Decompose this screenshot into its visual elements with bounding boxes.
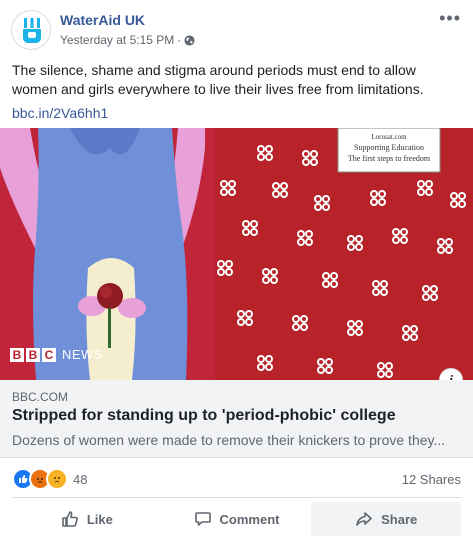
sign-line-2: Supporting Education: [354, 143, 424, 152]
link-headline[interactable]: Stripped for standing up to 'period-phob…: [12, 407, 396, 425]
bbc-letter-2: B: [26, 347, 40, 362]
post-link[interactable]: bbc.in/2Va6hh1: [12, 105, 108, 121]
link-preview-image[interactable]: Lorusat.com Supporting Education The fir…: [0, 128, 473, 380]
thumbs-up-icon: [62, 511, 78, 527]
wateraid-logo-icon: [23, 18, 41, 43]
like-button[interactable]: Like: [12, 502, 162, 536]
post-text: The silence, shame and stigma around per…: [12, 62, 424, 97]
bbc-letter-3: C: [42, 347, 56, 362]
meta-separator: ·: [177, 33, 182, 47]
reactions-summary[interactable]: 48: [12, 468, 87, 490]
post-meta: Yesterday at 5:15 PM ·: [60, 33, 195, 47]
post-actions: Like Comment Share: [12, 502, 462, 536]
comment-label: Comment: [219, 511, 280, 527]
link-preview-caption[interactable]: BBC.COM Stripped for standing up to 'per…: [0, 380, 473, 458]
comment-icon: [194, 512, 211, 526]
actions-divider: [12, 497, 461, 498]
globe-icon[interactable]: [184, 34, 195, 46]
link-description: Dozens of women were made to remove thei…: [12, 432, 446, 448]
link-domain: BBC.COM: [12, 390, 69, 404]
bbc-news-word: NEWS: [62, 347, 103, 362]
comment-button[interactable]: Comment: [162, 502, 312, 536]
page-avatar[interactable]: [11, 10, 51, 50]
page-name-link[interactable]: WaterAid UK: [60, 12, 145, 28]
sad-icon: [46, 468, 68, 490]
post-header: WaterAid UK Yesterday at 5:15 PM · •••: [0, 0, 473, 56]
shares-count[interactable]: 12 Shares: [402, 472, 461, 487]
more-options-button[interactable]: •••: [439, 8, 461, 29]
like-label: Like: [86, 511, 113, 527]
reaction-count: 48: [73, 471, 88, 487]
sign-line-3: The first steps to freedom: [348, 154, 431, 163]
share-label: Share: [381, 511, 418, 527]
article-illustration: Lorusat.com Supporting Education The fir…: [0, 128, 473, 380]
share-button[interactable]: Share: [311, 502, 462, 536]
bbc-news-logo: B B C NEWS: [10, 347, 103, 362]
sign-line-1: Lorusat.com: [371, 133, 407, 141]
bbc-letter-1: B: [10, 347, 24, 362]
post-timestamp[interactable]: Yesterday at 5:15 PM: [60, 33, 174, 47]
share-arrow-icon: [356, 512, 372, 526]
